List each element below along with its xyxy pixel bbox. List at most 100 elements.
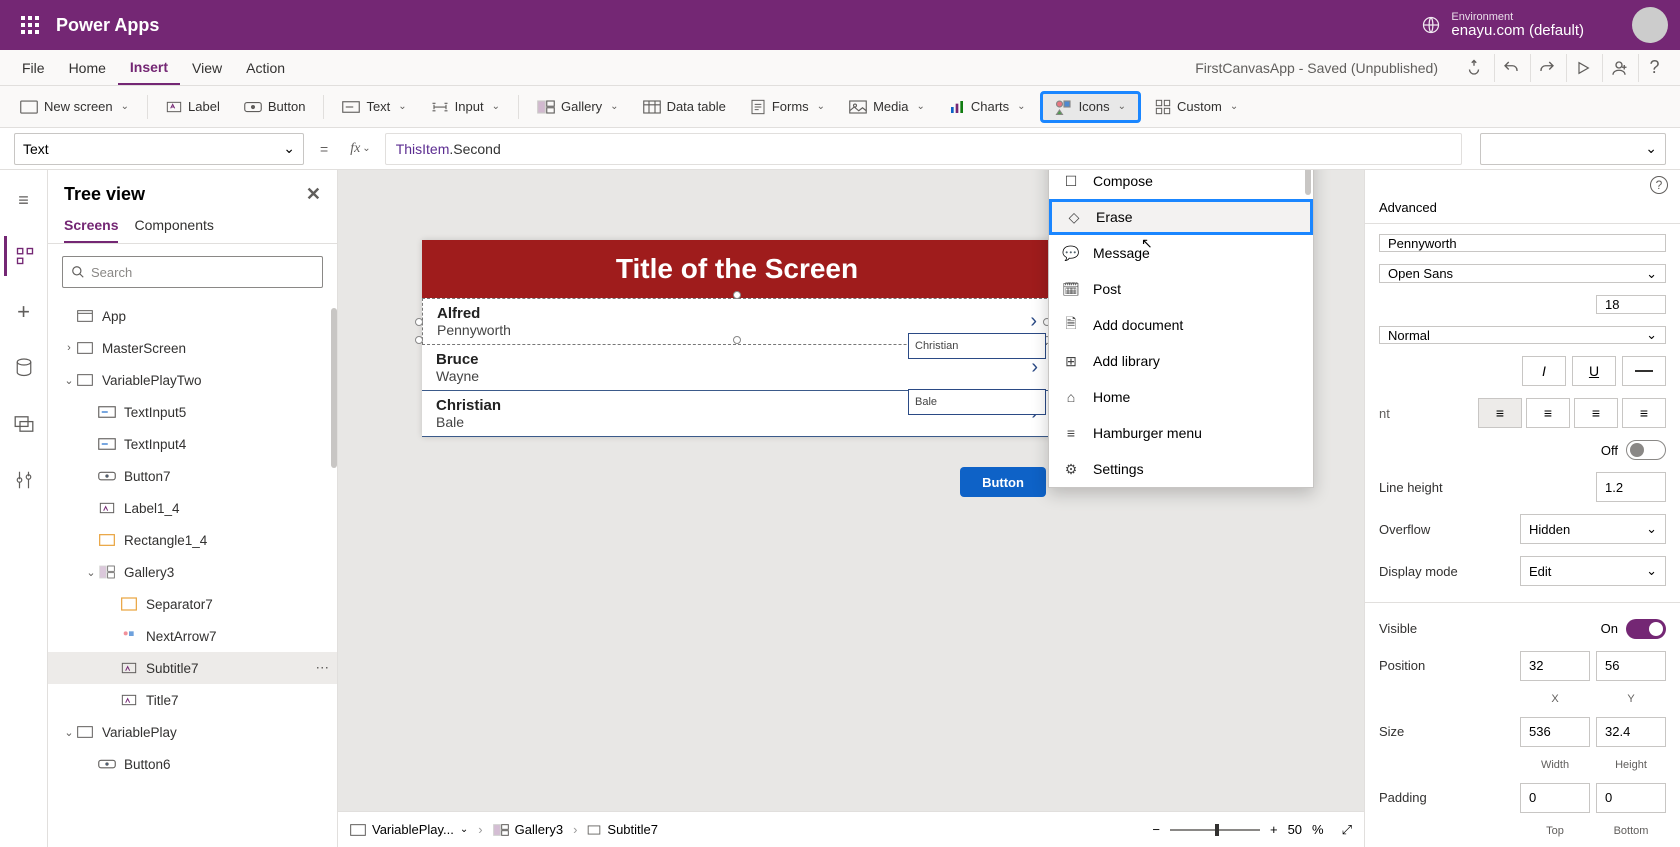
textinput-1[interactable]: Christian	[908, 333, 1046, 359]
help-button[interactable]: ?	[1638, 54, 1670, 82]
tree-search-input[interactable]: Search	[62, 256, 323, 288]
data-table-button[interactable]: Data table	[633, 91, 736, 123]
undo-button[interactable]	[1494, 54, 1526, 82]
menu-view[interactable]: View	[180, 50, 234, 85]
crumb-gallery[interactable]: Gallery3	[493, 822, 563, 837]
crumb-screen[interactable]: VariablePlay...⌄	[350, 822, 468, 837]
tree-node-title7[interactable]: Title7	[48, 684, 337, 716]
prop-text[interactable]: Pennyworth	[1379, 234, 1666, 253]
user-avatar[interactable]	[1632, 7, 1668, 43]
tab-screens[interactable]: Screens	[64, 217, 118, 243]
media-button[interactable]: Media⌄	[839, 91, 935, 123]
tab-components[interactable]: Components	[134, 217, 213, 243]
size-w[interactable]: 536	[1520, 717, 1590, 747]
selection-handle[interactable]	[733, 336, 741, 344]
menu-action[interactable]: Action	[234, 50, 297, 85]
next-arrow-icon[interactable]: ›	[1030, 310, 1037, 333]
tree-node-variableplay[interactable]: ⌄VariablePlay	[48, 716, 337, 748]
menu-insert[interactable]: Insert	[118, 50, 180, 85]
advanced-tools-icon[interactable]	[4, 460, 44, 500]
canvas-button[interactable]: Button	[960, 467, 1046, 497]
prop-font-weight[interactable]: Normal⌄	[1379, 326, 1666, 345]
help-icon[interactable]: ?	[1650, 176, 1668, 194]
visible-toggle[interactable]	[1626, 619, 1666, 639]
selection-handle[interactable]	[415, 318, 423, 326]
forms-button[interactable]: Forms⌄	[740, 91, 835, 123]
data-icon[interactable]	[4, 348, 44, 388]
icon-item-erase[interactable]: ◇Erase	[1049, 199, 1313, 235]
formula-input[interactable]: ThisItem.Second	[385, 133, 1462, 165]
strike-button[interactable]	[1622, 356, 1666, 386]
input-button[interactable]: Input⌄	[421, 91, 510, 123]
tab-advanced[interactable]: Advanced	[1379, 200, 1437, 223]
label-button[interactable]: Label	[156, 91, 230, 123]
custom-button[interactable]: Custom⌄	[1145, 91, 1248, 123]
prop-overflow[interactable]: Hidden⌄	[1520, 514, 1666, 544]
tree-node-variableplaytwo[interactable]: ⌄VariablePlayTwo	[48, 364, 337, 396]
icon-item-compose[interactable]: ☐Compose	[1049, 170, 1313, 199]
menu-home[interactable]: Home	[57, 50, 118, 85]
align-right-button[interactable]: ≡	[1574, 398, 1618, 428]
charts-button[interactable]: Charts⌄	[939, 91, 1036, 123]
waffle-icon[interactable]	[12, 7, 48, 43]
icons-button[interactable]: Icons⌄	[1040, 91, 1141, 123]
tree-node-button6[interactable]: Button6	[48, 748, 337, 780]
icon-item-add-library[interactable]: ⊞Add library	[1049, 343, 1313, 379]
icon-item-message[interactable]: 💬Message	[1049, 235, 1313, 271]
prop-font-size[interactable]: 18	[1596, 295, 1666, 314]
icon-item-add-document[interactable]: 🗎Add document	[1049, 307, 1313, 343]
gallery-button[interactable]: Gallery⌄	[527, 91, 629, 123]
icon-item-hamburger-menu[interactable]: ≡Hamburger menu	[1049, 415, 1313, 451]
preview-button[interactable]	[1566, 54, 1598, 82]
tree-node-nextarrow7[interactable]: NextArrow7	[48, 620, 337, 652]
crumb-subtitle[interactable]: Subtitle7	[587, 822, 658, 837]
prop-line-height[interactable]: 1.2	[1596, 472, 1666, 502]
pad-bottom[interactable]: 0	[1596, 783, 1666, 813]
pos-x[interactable]: 32	[1520, 651, 1590, 681]
dropdown-scrollbar[interactable]	[1305, 170, 1311, 195]
pos-y[interactable]: 56	[1596, 651, 1666, 681]
more-icon[interactable]: ⋯	[316, 660, 330, 676]
icon-item-home[interactable]: ⌂Home	[1049, 379, 1313, 415]
text-button[interactable]: Text⌄	[332, 91, 416, 123]
tree-node-textinput5[interactable]: TextInput5	[48, 396, 337, 428]
zoom-control[interactable]: − + 50 % ⤢	[1152, 822, 1352, 838]
align-justify-button[interactable]: ≡	[1622, 398, 1666, 428]
toggle-unknown[interactable]	[1626, 440, 1666, 460]
icon-item-settings[interactable]: ⚙Settings	[1049, 451, 1313, 487]
fit-icon[interactable]: ⤢	[1342, 822, 1352, 838]
tree-node-gallery3[interactable]: ⌄Gallery3	[48, 556, 337, 588]
icon-item-post[interactable]: 🗓Post	[1049, 271, 1313, 307]
fx-button[interactable]: fx⌄	[344, 141, 377, 157]
prop-display-mode[interactable]: Edit⌄	[1520, 556, 1666, 586]
close-icon[interactable]: ✕	[306, 184, 321, 205]
tree-node-subtitle7[interactable]: Subtitle7⋯	[48, 652, 337, 684]
new-screen-button[interactable]: New screen⌄	[10, 91, 139, 123]
tree-node-label1_4[interactable]: Label1_4	[48, 492, 337, 524]
prop-font[interactable]: Open Sans⌄	[1379, 264, 1666, 283]
tree-node-textinput4[interactable]: TextInput4	[48, 428, 337, 460]
redo-button[interactable]	[1530, 54, 1562, 82]
insert-icon[interactable]: +	[4, 292, 44, 332]
tree-node-app[interactable]: App	[48, 300, 337, 332]
tree-node-masterscreen[interactable]: ›MasterScreen	[48, 332, 337, 364]
tree-view-icon[interactable]	[4, 236, 44, 276]
media-icon[interactable]	[4, 404, 44, 444]
hamburger-icon[interactable]: ≡	[4, 180, 44, 220]
tree-node-button7[interactable]: Button7	[48, 460, 337, 492]
underline-button[interactable]: U	[1572, 356, 1616, 386]
property-selector[interactable]: Text ⌄	[14, 133, 304, 165]
align-center-button[interactable]: ≡	[1526, 398, 1570, 428]
selection-handle[interactable]	[733, 291, 741, 299]
selection-handle[interactable]	[415, 336, 423, 344]
align-left-button[interactable]: ≡	[1478, 398, 1522, 428]
tree-node-separator7[interactable]: Separator7	[48, 588, 337, 620]
share-button[interactable]	[1602, 54, 1634, 82]
menu-file[interactable]: File	[10, 50, 57, 85]
tree-node-rectangle1_4[interactable]: Rectangle1_4	[48, 524, 337, 556]
app-checker-icon[interactable]	[1458, 54, 1490, 82]
scrollbar-thumb[interactable]	[331, 308, 337, 468]
size-h[interactable]: 32.4	[1596, 717, 1666, 747]
zoom-slider[interactable]	[1170, 829, 1260, 831]
button-button[interactable]: Button	[234, 91, 316, 123]
